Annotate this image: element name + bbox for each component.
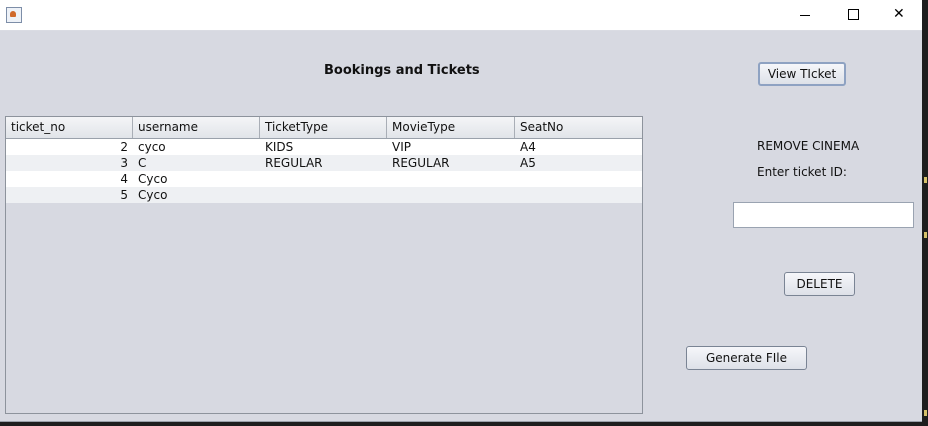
cell-movie-type: VIP	[392, 140, 411, 154]
column-header-ticket-type[interactable]: TicketType	[260, 117, 387, 138]
column-header-username[interactable]: username	[133, 117, 260, 138]
cell-movie-type	[387, 187, 515, 203]
cell-username: Cyco	[138, 172, 168, 186]
page-title: Bookings and Tickets	[324, 63, 480, 78]
editor-text-fragment	[924, 232, 927, 238]
cell-ticket-type: REGULAR	[265, 156, 323, 170]
table-row[interactable]: 4 Cyco	[6, 171, 642, 187]
title-bar: ✕	[0, 0, 922, 31]
editor-text-fragment	[924, 177, 927, 183]
column-header-ticket-no[interactable]: ticket_no	[6, 117, 133, 138]
maximize-icon	[848, 9, 859, 20]
app-window: ✕ Bookings and Tickets ticket_no usernam…	[0, 0, 923, 422]
table-row[interactable]: 3 C REGULAR REGULAR A5	[6, 155, 642, 171]
minimize-icon	[800, 15, 810, 16]
close-button[interactable]: ✕	[876, 0, 922, 30]
cell-ticket-type	[260, 171, 387, 187]
cell-seat-no	[515, 187, 642, 203]
cell-username: Cyco	[138, 188, 168, 202]
ticket-id-input[interactable]	[733, 202, 914, 228]
column-header-seat-no[interactable]: SeatNo	[515, 117, 642, 138]
cell-ticket-no: 4	[120, 172, 128, 186]
maximize-button[interactable]	[830, 0, 876, 30]
column-header-movie-type[interactable]: MovieType	[387, 117, 515, 138]
cell-ticket-type	[260, 187, 387, 203]
view-ticket-button[interactable]: View TIcket	[758, 62, 846, 86]
delete-button[interactable]: DELETE	[784, 272, 855, 296]
cell-seat-no: A5	[520, 156, 536, 170]
cell-ticket-type: KIDS	[265, 140, 294, 154]
remove-cinema-label: REMOVE CINEMA	[757, 139, 860, 153]
close-icon: ✕	[893, 6, 905, 22]
cell-movie-type: REGULAR	[392, 156, 450, 170]
java-app-icon	[6, 7, 22, 23]
cell-ticket-no: 3	[120, 156, 128, 170]
cell-ticket-no: 5	[120, 188, 128, 202]
generate-file-button[interactable]: Generate FIle	[686, 346, 807, 370]
table-row[interactable]: 2 cyco KIDS VIP A4	[6, 139, 642, 155]
minimize-button[interactable]	[782, 0, 828, 30]
cell-username: cyco	[138, 140, 166, 154]
editor-text-fragment	[924, 410, 927, 416]
cell-seat-no: A4	[520, 140, 536, 154]
table-header: ticket_no username TicketType MovieType …	[6, 117, 642, 139]
cell-ticket-no: 2	[120, 140, 128, 154]
cell-username: C	[138, 156, 147, 170]
table-row[interactable]: 5 Cyco	[6, 187, 642, 203]
background-editor-strip	[922, 0, 928, 426]
cell-seat-no	[515, 171, 642, 187]
bookings-table[interactable]: ticket_no username TicketType MovieType …	[5, 116, 643, 414]
cell-movie-type	[387, 171, 515, 187]
enter-ticket-id-label: Enter ticket ID:	[757, 165, 847, 179]
